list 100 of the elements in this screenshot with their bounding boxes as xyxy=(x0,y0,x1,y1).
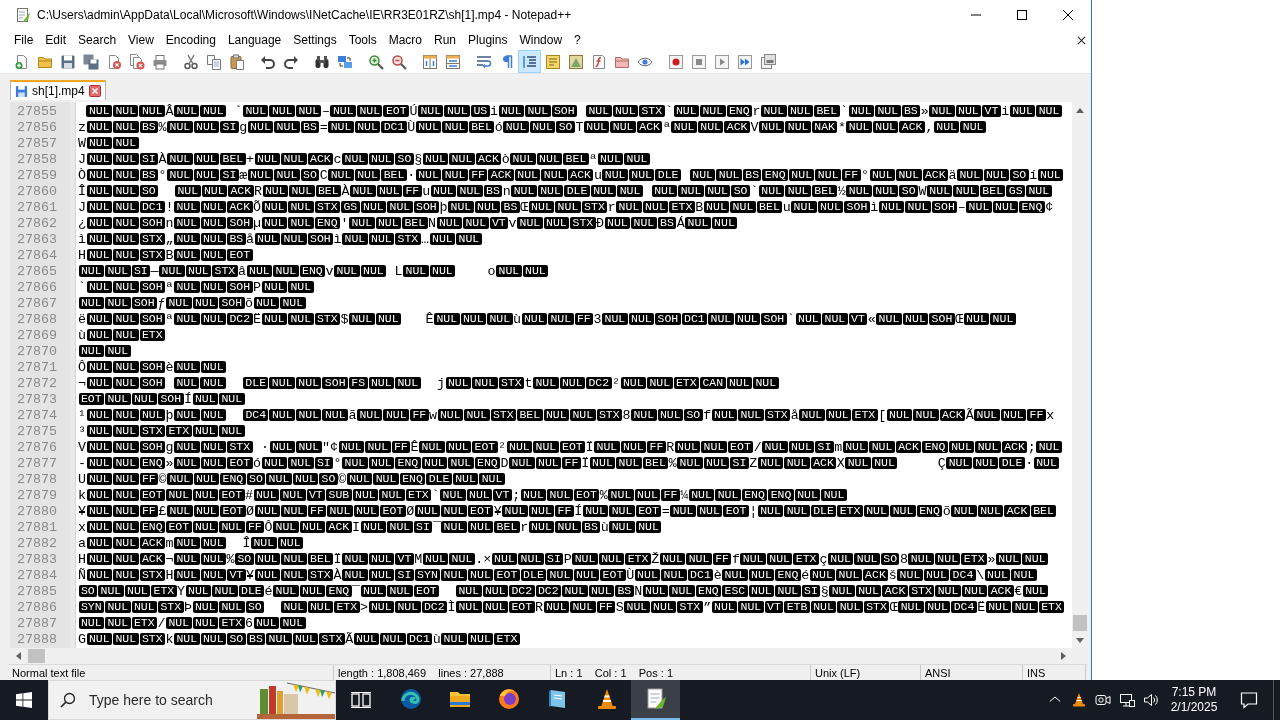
line-number: 27856 xyxy=(17,120,57,136)
code-line: SYN NUL NUL STX Þ NUL NUL SO NUL NUL ETX > NUL NUL DC2 Ì NUL NUL EOT R NUL NUL FF S NUL NUL STX ” NUL NUL VT ETB NUL NUL STX Œ NUL NUL DC4 Ë NUL NUL ETX xyxy=(78,600,1065,616)
line-number: 27883 xyxy=(17,552,57,568)
code-line: Ò NUL NUL BS ° NUL NUL SI æ NUL NUL SO C NUL NUL BEL · NUL NUL FF ACK NUL NUL ACK u NUL NUL DLE NUL NUL BS ENQ NUL NUL FF ° NUL NUL ACK ä NUL NUL SO í NUL xyxy=(78,168,1064,184)
fast-forward-icon xyxy=(736,53,753,70)
code-line: NUL NUL ETX / NUL NUL ETX 6 NUL NUL xyxy=(78,616,306,632)
line-number: 27886 xyxy=(17,600,57,616)
scroll-up-icon[interactable] xyxy=(1076,107,1084,113)
status-text: INS xyxy=(1027,667,1046,679)
code-line: ¥ NUL NUL FF £ NUL NUL EOT Ø NUL NUL FF NUL NUL EOT Ø NUL NUL EOT ¥ NUL NUL FF Í NUL NUL EOT = NUL NUL EOT ¦ NUL NUL DLE ETX NUL NUL ENQ õ NUL NUL ACK BEL xyxy=(78,504,1057,520)
code-line: a NUL NUL ACK m NUL NUL Î NUL NUL xyxy=(78,536,304,552)
clock-date[interactable]: 2/1/2025 xyxy=(1170,700,1218,715)
line-number: 27858 xyxy=(17,152,57,168)
fire-globe-icon xyxy=(496,687,521,711)
line-number: 27863 xyxy=(17,232,57,248)
status-text: ANSI xyxy=(925,667,951,679)
line-number: 27877 xyxy=(17,456,57,472)
menu-item[interactable]: Edit xyxy=(39,31,73,49)
word-wrap-icon xyxy=(475,53,492,70)
line-number: 27855 xyxy=(17,104,57,120)
stop-icon xyxy=(690,53,707,70)
code-line: ¹ NUL NUL NUL þ NUL NUL DC4 NUL NUL NUL ã NUL NUL FF w NUL NUL STX BEL NUL NUL STX 8 NUL NUL SO f NUL NUL STX å NUL NUL ETX [ NUL NUL ACK Ã NUL NUL FF x xyxy=(78,408,1055,424)
code-line: ë NUL NUL SOH ª NUL NUL DC2 Ë NUL NUL STX $ NUL NUL Ê NUL NUL NUL ù NUL NUL FF 3 NUL NUL SOH DC1 NUL NUL SOH ` NUL NUL VT « NUL NUL SOH Œ NUL NUL xyxy=(78,312,1017,328)
line-number: 27884 xyxy=(17,568,57,584)
menu-item[interactable]: Tools xyxy=(342,31,383,49)
code-line: V NUL NUL SOH g NUL NUL STX · NUL NUL "¢ NUL NUL FF Ê NUL NUL EOT ² NUL NUL EOT Ï NUL NUL FF R NUL NUL EOT / NUL NUL SI m NUL NUL ACK ENQ NUL NUL ACK ; NUL xyxy=(78,440,1063,456)
task-view-icon xyxy=(351,692,371,708)
line-number: 27880 xyxy=(17,504,57,520)
file-tab[interactable]: sh[1].mp4 xyxy=(10,80,106,100)
clipboard-icon xyxy=(228,53,245,70)
code-line: z NUL NUL BS % NUL NUL SI g NUL NUL BS = NUL NUL DC1 Ù NUL NUL BEL ó NUL NUL SO T NUL NUL ACK ª NUL NUL ACK V NUL NUL NAK * NUL NUL ACK , NUL NUL xyxy=(78,120,987,136)
line-number: 27874 xyxy=(17,408,57,424)
menu-item[interactable]: Settings xyxy=(287,31,343,49)
taskbar-app-button[interactable] xyxy=(631,680,680,720)
code-line: x NUL NUL ENQ EOT NUL NUL FF Ô NUL NUL ACK I NUL NUL SI ¯ NUL NUL BEL r NUL NUL BS ù NUL NUL xyxy=(78,520,662,536)
notepad-icon xyxy=(15,7,31,23)
close-icon[interactable] xyxy=(88,85,101,97)
code-line: Ô NUL NUL SOH è NUL NUL xyxy=(78,360,227,376)
indented-lines-icon xyxy=(521,53,538,70)
menu-item[interactable]: Encoding xyxy=(159,31,222,49)
traffic-cone-icon xyxy=(1071,692,1087,708)
code-line: ¿ NUL NUL SOH n NUL NUL SOH µ NUL NUL ENQ ' NUL NUL BEL N NUL NUL VT v NUL NUL STX Ð NUL NUL BS Á NUL NUL xyxy=(78,216,738,232)
printer-icon xyxy=(151,53,168,70)
line-number: 27870 xyxy=(17,344,57,360)
clock-time[interactable]: 7:15 PM xyxy=(1171,685,1217,700)
menu-item[interactable]: Language xyxy=(221,31,288,49)
menu-item[interactable]: Search xyxy=(72,31,123,49)
line-number: 27881 xyxy=(17,520,57,536)
line-number: 27864 xyxy=(17,248,57,264)
scroll-right-icon[interactable] xyxy=(1060,652,1066,660)
line-number: 27859 xyxy=(17,168,57,184)
zoom-in-icon xyxy=(367,53,384,70)
code-line: NUL NUL SI — NUL NUL STX â NUL NUL ENQ v NUL NUL L NUL NUL o NUL NUL xyxy=(78,264,549,280)
scissors-icon xyxy=(182,53,199,70)
menu-item[interactable]: File xyxy=(8,31,40,49)
page-plus-icon xyxy=(13,53,30,70)
code-line: k NUL NUL EOT NUL NUL EOT # NUL NUL VT SUB NUL NUL ETX ` NUL NUL VT ; NUL NUL EOT % NUL NUL FF ¼ NUL NUL ENQ ENQ NUL NUL xyxy=(78,488,848,504)
code-line: U NUL NUL FF © NUL NUL ENQ SO NUL NUL SO © NUL NUL ENQ DLE NUL NUL xyxy=(78,472,506,488)
code-line: H NUL NUL ACK ¬ NUL NUL % SO NUL NUL BEL Ï NUL NUL VT M NUL NUL .× NUL NUL SI P NUL NUL ETX Ž NUL NUL FF f NUL NUL ETX ç NUL NUL SO 8 NUL NUL ETX » NUL NUL xyxy=(78,552,1049,568)
pages-close-icon xyxy=(128,53,145,70)
status-text: length : 1,808,469 lines : 27,888 xyxy=(338,667,504,679)
scroll-left-icon[interactable] xyxy=(15,652,21,660)
code-line: ` NUL NUL SOH ª NUL NUL SOH P NUL NUL xyxy=(78,280,314,296)
scroll-down-icon[interactable] xyxy=(1076,637,1084,643)
maximize-icon xyxy=(1017,10,1027,20)
scrollbar-thumb[interactable] xyxy=(1073,615,1087,631)
copy-icon xyxy=(205,53,222,70)
menu-item[interactable]: View xyxy=(122,31,160,49)
line-number: 27857 xyxy=(17,136,57,152)
menu-item[interactable]: Macro xyxy=(382,31,428,49)
stacked-windows-icon xyxy=(759,53,776,70)
swap-icon xyxy=(336,53,353,70)
code-line: - NUL NUL ENQ » NUL NUL EOT ó NUL NUL SI ° NUL NUL ENQ NUL NUL ENQ D NUL NUL FF Ï NUL NUL BEL % NUL NUL SI Z NUL NUL ACK X NUL NUL Ç NUL NUL DLE · NUL xyxy=(78,456,1060,472)
menu-item[interactable]: Run xyxy=(428,31,463,49)
line-number: 27860 xyxy=(17,184,57,200)
close-icon[interactable] xyxy=(1077,35,1086,45)
scrollbar-thumb[interactable] xyxy=(28,649,45,663)
line-number: 27882 xyxy=(17,536,57,552)
line-number: 27875 xyxy=(17,424,57,440)
swirl-icon xyxy=(398,687,423,711)
code-line: J NUL NUL DC1 ! NUL NUL ACK Õ NUL NUL STX GS NUL NUL SOH þ NUL NUL BS Œ NUL NUL STX r NUL NUL ETX B NUL NUL BEL u NUL NUL SOH ì NUL NUL SOH – NUL NUL ENQ ¢ xyxy=(78,200,1054,216)
line-number: 27879 xyxy=(17,488,57,504)
line-number: 27888 xyxy=(17,632,57,648)
code-line: G NUL NUL STX k NUL NUL SO BS NUL NUL STX Ã NUL NUL DC1 ù NUL NUL ETX xyxy=(78,632,521,648)
menu-item[interactable]: ? xyxy=(568,31,587,49)
line-number: 27866 xyxy=(17,280,57,296)
redo-icon xyxy=(282,53,299,70)
code-line: Ñ NUL NUL STX H NUL NUL VT ¥ NUL NUL STX À NUL NUL SI SYN NUL NUL EOT DLE NUL NUL EOT Ù NUL NUL DC1 è NUL NUL ENQ é NUL NUL ACK š NUL NUL DC4 \ NUL NUL xyxy=(78,568,1038,584)
menu-item[interactable]: Plugins xyxy=(462,31,514,49)
line-number: 27867 xyxy=(17,296,57,312)
menu-item[interactable]: Window xyxy=(513,31,569,49)
search-icon xyxy=(60,692,76,708)
line-number: 27868 xyxy=(17,312,57,328)
zoom-out-icon xyxy=(390,53,407,70)
floppy-disks-icon xyxy=(82,53,99,70)
code-line: NUL NUL xyxy=(78,344,131,359)
record-icon xyxy=(667,53,684,70)
play-icon xyxy=(713,53,730,70)
speaker-icon xyxy=(1143,692,1159,708)
status-text: Ln : 1 Col : 1 Pos : 1 xyxy=(555,667,673,679)
